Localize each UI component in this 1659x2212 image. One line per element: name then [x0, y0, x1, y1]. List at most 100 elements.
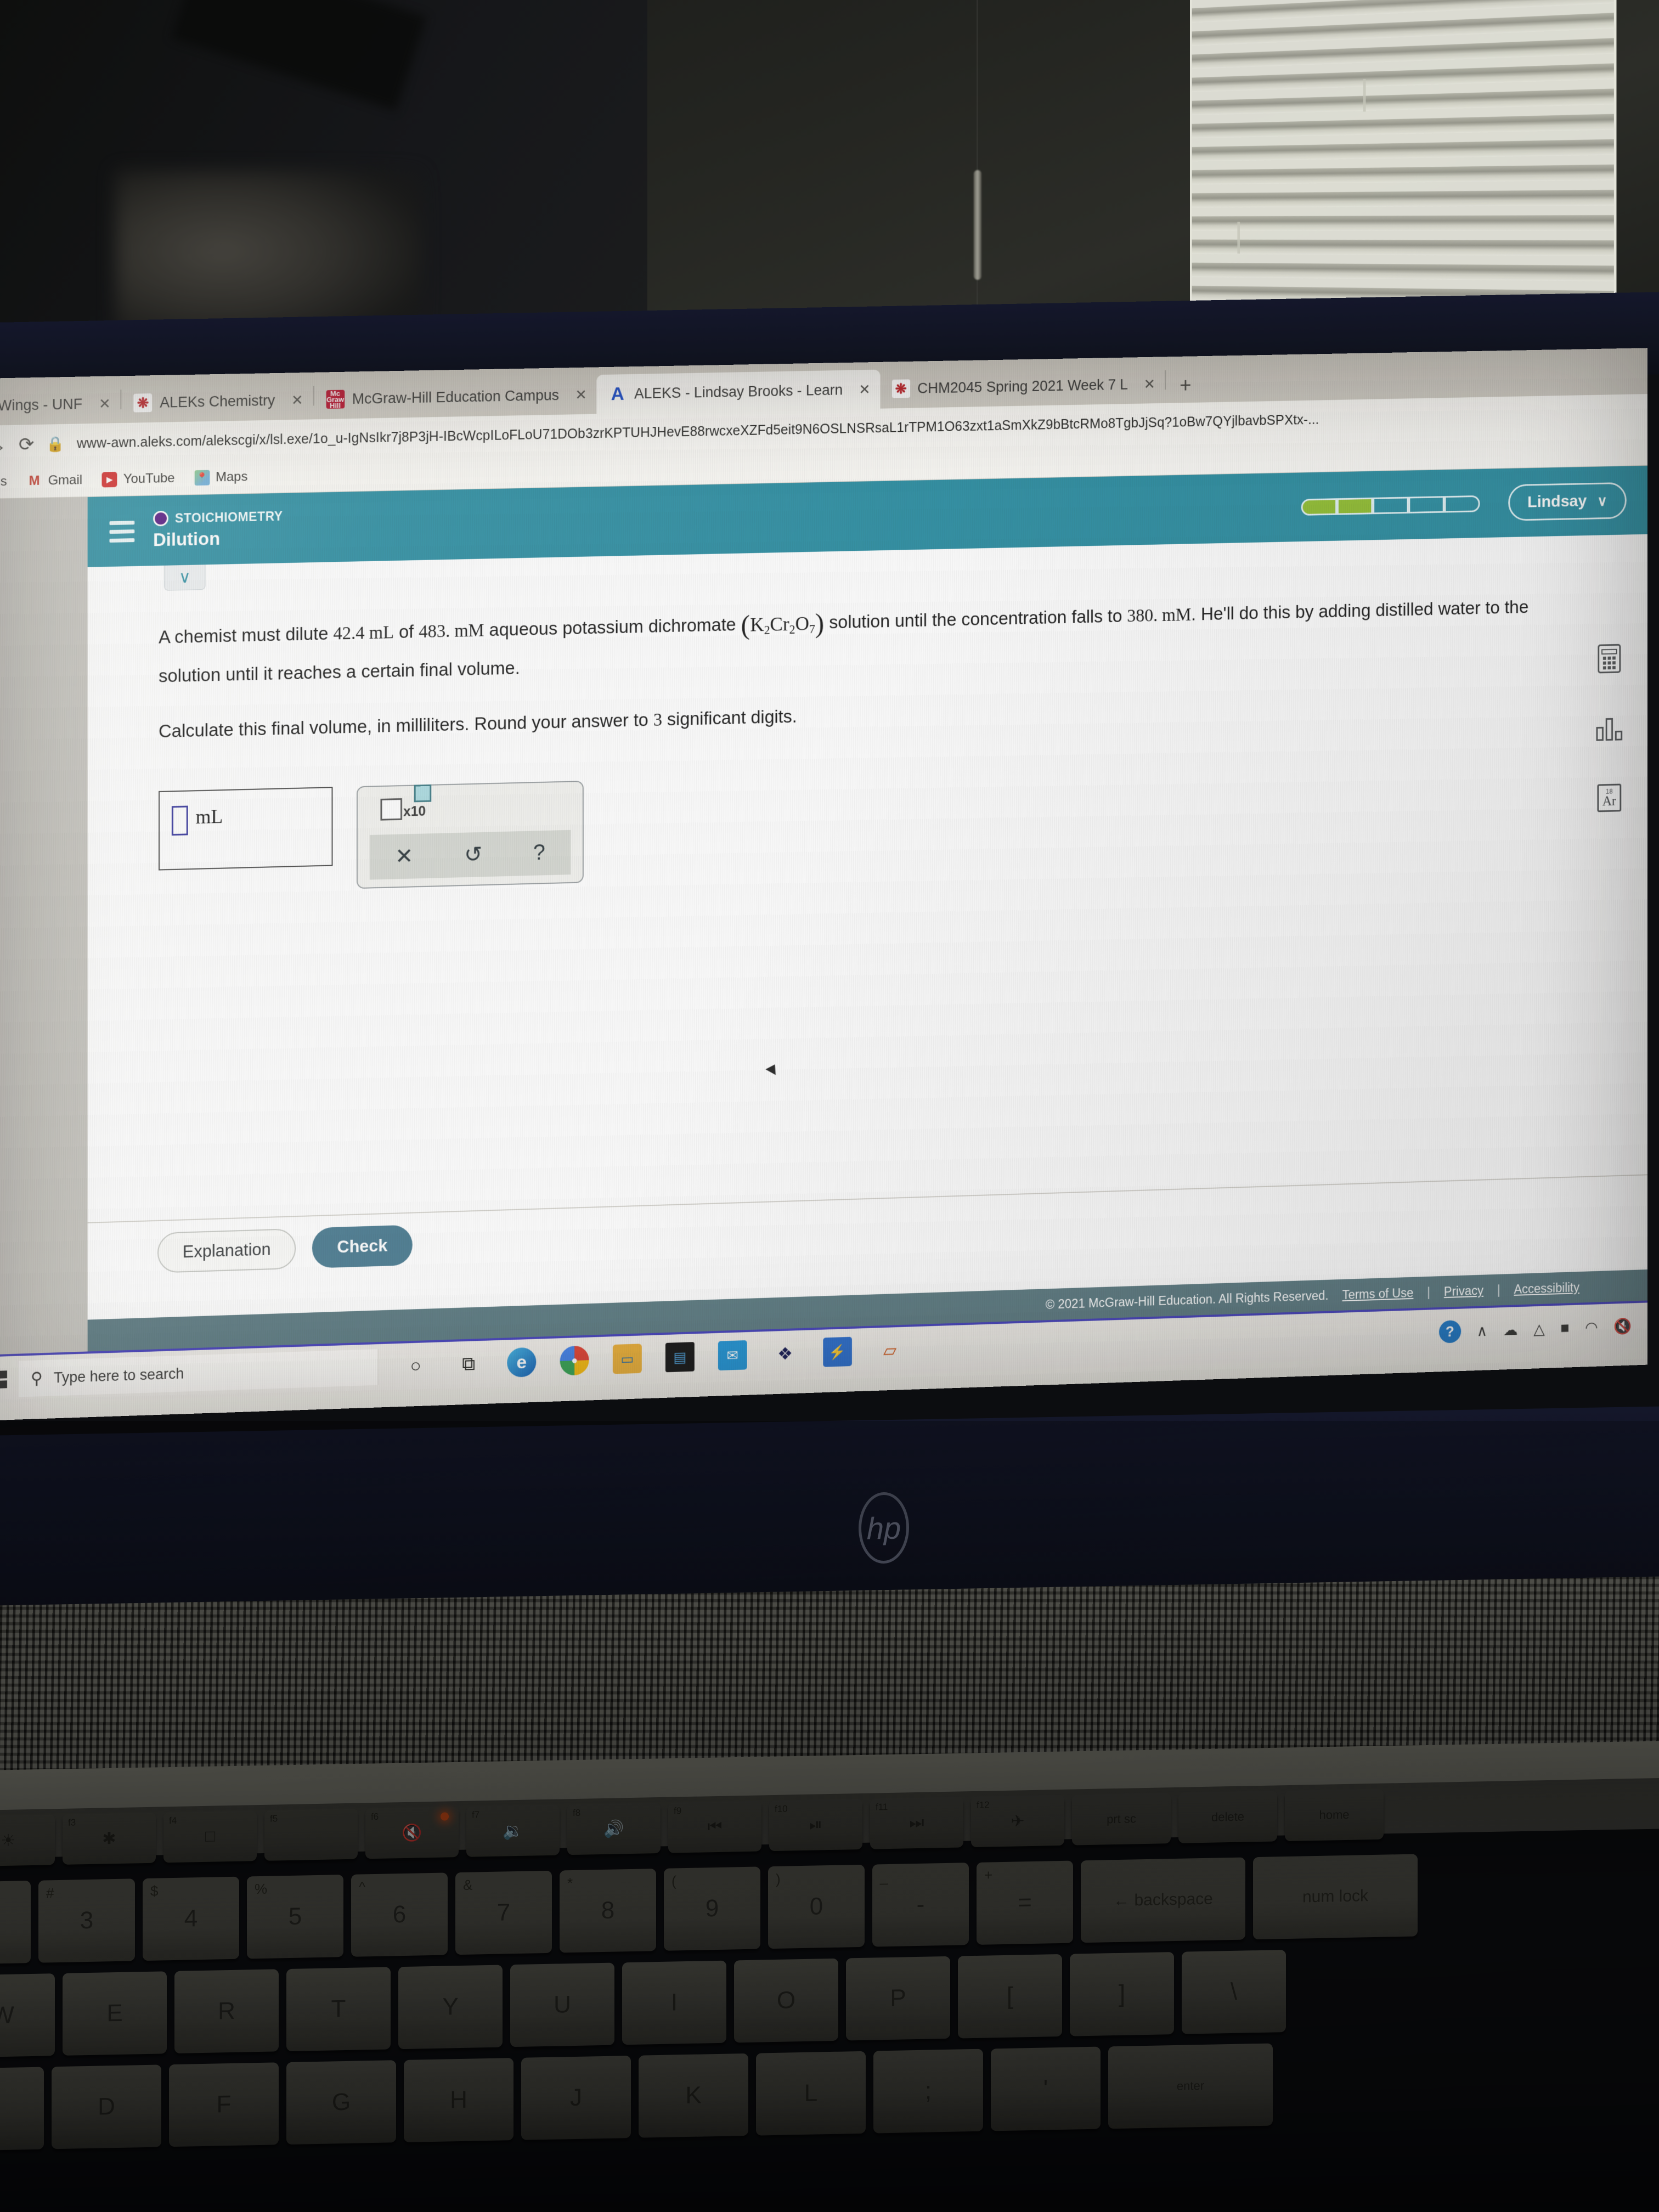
cortana-icon[interactable]: ○ [401, 1351, 430, 1381]
key-f8[interactable]: f8 🔊 [567, 1802, 661, 1855]
key-F[interactable]: F [169, 2062, 279, 2147]
key-T[interactable]: T [286, 1967, 391, 2052]
key-[[interactable]: [ [958, 1954, 1062, 2039]
file-explorer-icon[interactable]: ▭ [612, 1344, 642, 1374]
key-G[interactable]: G [286, 2060, 396, 2145]
help-button[interactable]: ? [533, 840, 545, 865]
bookmark-apps[interactable]: pps [0, 473, 7, 489]
key-6[interactable]: ^ 6 [351, 1872, 448, 1957]
tab-close-icon[interactable]: ✕ [1144, 376, 1155, 393]
key-f2[interactable]: f2☀ [0, 1814, 55, 1867]
forward-arrow-icon[interactable]: → [0, 435, 7, 456]
start-button[interactable] [0, 1370, 19, 1389]
key-Y[interactable]: Y [398, 1965, 503, 2050]
key-f12[interactable]: f12 ✈ [971, 1795, 1064, 1848]
browser-tab-active[interactable]: A ALEKS - Lindsay Brooks - Learn ✕ [596, 369, 881, 414]
explanation-button[interactable]: Explanation [157, 1228, 296, 1273]
task-view-icon[interactable]: ⧉ [454, 1349, 483, 1379]
key-\[interactable]: \ [1182, 1950, 1286, 2034]
key-5[interactable]: % 5 [247, 1875, 343, 1959]
taskbar-search[interactable]: ⚲ Type here to search [18, 1349, 379, 1397]
shockwave-icon[interactable]: ⚡ [823, 1336, 852, 1367]
key-num lock[interactable]: num lock [1253, 1854, 1418, 1940]
key-2[interactable]: @2 [0, 1881, 31, 1965]
data-chart-tool-button[interactable] [1594, 713, 1624, 744]
tab-close-icon[interactable]: ✕ [291, 391, 303, 408]
key-W[interactable]: W [0, 1973, 55, 2058]
key-O[interactable]: O [734, 1958, 838, 2043]
key-← backspace[interactable]: ← backspace [1081, 1857, 1245, 1943]
key-J[interactable]: J [521, 2056, 631, 2140]
key-P[interactable]: P [846, 1956, 950, 2041]
bookmark-gmail[interactable]: M Gmail [27, 472, 82, 489]
key--[interactable]: _ - [872, 1863, 969, 1947]
privacy-link[interactable]: Privacy [1444, 1283, 1483, 1299]
hamburger-icon[interactable] [109, 520, 135, 543]
bookmark-maps[interactable]: 📍 Maps [194, 469, 247, 486]
microsoft-store-icon[interactable]: ▤ [665, 1342, 695, 1373]
key-3[interactable]: #3 [38, 1878, 135, 1963]
answer-input-box[interactable]: mL [159, 786, 333, 871]
new-tab-button[interactable]: + [1166, 374, 1205, 403]
key-0[interactable]: ) 0 [768, 1864, 865, 1949]
clear-button[interactable]: ✕ [395, 844, 413, 870]
office-icon[interactable]: ▱ [876, 1335, 905, 1365]
key-f6[interactable]: f6 🔇 [365, 1807, 459, 1859]
key-][interactable]: ] [1070, 1951, 1174, 2036]
key-I[interactable]: I [622, 1960, 726, 2045]
key-enter[interactable]: enter [1108, 2043, 1273, 2129]
collapse-header-button[interactable]: ∨ [163, 565, 206, 591]
chrome-icon[interactable]: ● [560, 1345, 589, 1376]
key-f3[interactable]: f3 ✱ [63, 1812, 156, 1865]
key-8[interactable]: * 8 [560, 1869, 656, 1953]
key-D[interactable]: D [52, 2064, 161, 2149]
key-;[interactable]: ; [873, 2049, 983, 2134]
key-=[interactable]: + = [977, 1860, 1073, 1945]
key-7[interactable]: & 7 [455, 1870, 552, 1955]
key-prt sc[interactable]: prt sc [1072, 1793, 1171, 1846]
edge-icon[interactable]: e [507, 1347, 537, 1378]
tab-close-icon[interactable]: ✕ [575, 386, 586, 403]
show-hidden-icons-chevron[interactable]: ∧ [1477, 1322, 1488, 1340]
user-menu-button[interactable]: Lindsay ∨ [1508, 482, 1627, 521]
check-button[interactable]: Check [312, 1224, 413, 1268]
key-E[interactable]: E [63, 1971, 167, 2056]
battery-tray-icon[interactable]: ■ [1560, 1319, 1569, 1337]
key-f9[interactable]: f9 ⏮ [668, 1801, 761, 1853]
key-U[interactable]: U [510, 1962, 614, 2047]
scientific-notation-button[interactable]: x10 [380, 784, 432, 821]
key-f11[interactable]: f11 ⏭ [870, 1797, 963, 1849]
onedrive-tray-icon[interactable]: ☁ [1503, 1321, 1518, 1339]
dropbox-icon[interactable]: ❖ [771, 1339, 800, 1369]
network-tray-icon[interactable]: ◠ [1585, 1318, 1598, 1336]
key-home[interactable]: home [1285, 1788, 1384, 1842]
terms-of-use-link[interactable]: Terms of Use [1342, 1285, 1413, 1302]
key-9[interactable]: (9 [664, 1866, 760, 1951]
key-f10[interactable]: f10 ⏯ [769, 1798, 862, 1852]
tab-close-icon[interactable]: ✕ [99, 395, 111, 412]
key-H[interactable]: H [404, 2058, 514, 2142]
periodic-table-tool-button[interactable]: 18 Ar [1594, 782, 1624, 814]
tab-close-icon[interactable]: ✕ [859, 381, 870, 398]
browser-tab[interactable]: ❋ CHM2045 Spring 2021 Week 7 L ✕ [880, 364, 1165, 409]
browser-tab[interactable]: Mc Graw Hill McGraw-Hill Education Campus … [314, 375, 596, 419]
mail-icon[interactable]: ✉ [718, 1340, 747, 1371]
bookmark-youtube[interactable]: ▶ YouTube [101, 470, 175, 487]
browser-tab[interactable]: ❋ ALEKs Chemistry ✕ [122, 380, 313, 423]
key-'[interactable]: ' [991, 2046, 1101, 2131]
key-f7[interactable]: f7 🔉 [466, 1804, 560, 1857]
reload-icon[interactable]: ⟳ [19, 433, 34, 456]
undo-button[interactable]: ↺ [464, 842, 482, 867]
accessibility-link[interactable]: Accessibility [1514, 1280, 1580, 1296]
key-R[interactable]: R [174, 1969, 279, 2053]
key-4[interactable]: $4 [143, 1876, 239, 1961]
browser-tab[interactable]: myWings - UNF ✕ [0, 383, 121, 426]
key-K[interactable]: K [639, 2053, 748, 2138]
calculator-tool-button[interactable] [1594, 643, 1624, 675]
answer-input[interactable] [171, 805, 188, 836]
volume-muted-tray-icon[interactable]: 🔇 [1613, 1317, 1632, 1335]
cloud-tray-icon[interactable]: △ [1533, 1320, 1545, 1338]
key-f5[interactable]: f5 [264, 1808, 358, 1861]
key-f4[interactable]: f4 □ [163, 1810, 257, 1863]
key-delete[interactable]: delete [1178, 1791, 1277, 1843]
